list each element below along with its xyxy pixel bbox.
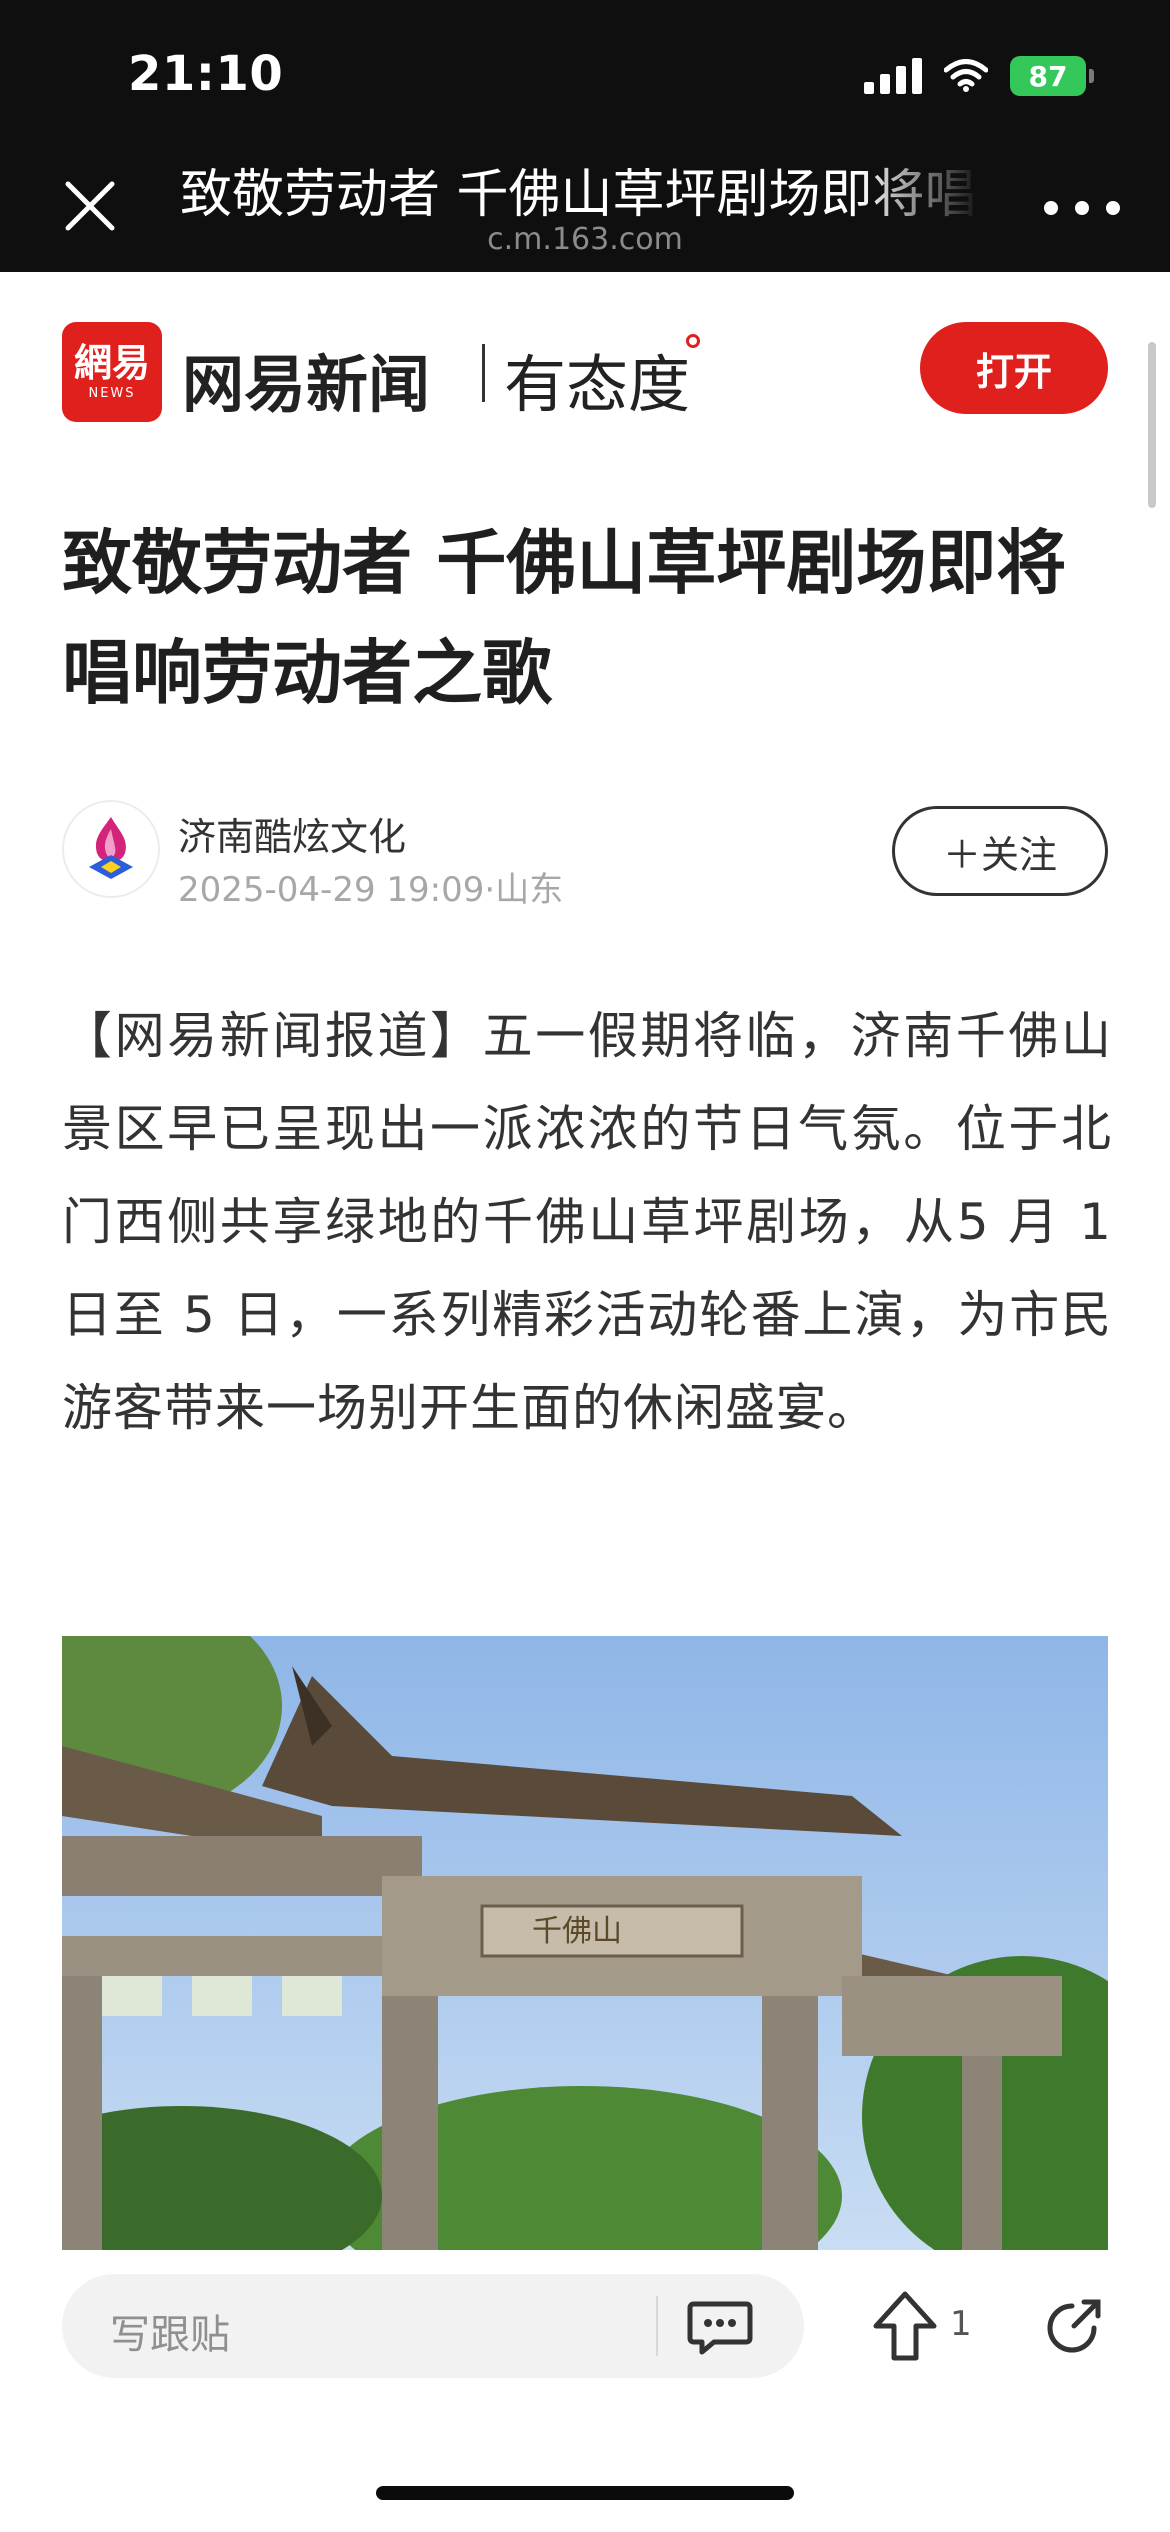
top-bar: 21:10 87 致敬劳动者 千佛山草坪剧场即将唱响劳动者之歌 c.m.163.…	[0, 0, 1170, 272]
brand-name: 网易新闻	[182, 348, 431, 421]
comment-input[interactable]: 写跟贴	[62, 2274, 804, 2378]
comment-divider	[656, 2296, 658, 2356]
battery-level: 87	[1028, 59, 1068, 93]
comment-placeholder: 写跟贴	[110, 2312, 230, 2358]
signal-icon	[864, 58, 922, 94]
brand-dot	[686, 334, 700, 348]
scrollbar[interactable]	[1148, 342, 1156, 508]
author-name[interactable]: 济南酷炫文化	[178, 806, 406, 861]
follow-button[interactable]: ＋关注	[892, 806, 1108, 896]
article-body: 【网易新闻报道】五一假期将临，济南千佛山景区早已呈现出一派浓浓的节日气氛。位于北…	[62, 1007, 1112, 1437]
share-icon[interactable]	[1044, 2294, 1106, 2356]
memorial-archway-image: 千佛山	[62, 1636, 1108, 2250]
status-icons: 87	[864, 56, 1094, 96]
open-app-button[interactable]: 打开	[920, 322, 1108, 414]
nav-url: c.m.163.com	[487, 222, 683, 257]
battery-icon: 87	[1010, 56, 1094, 96]
brand-separator	[482, 344, 485, 402]
nav-title: 致敬劳动者 千佛山草坪剧场即将唱响劳动者之歌	[180, 165, 980, 222]
article-title: 致敬劳动者 千佛山草坪剧场即将唱响劳动者之歌	[62, 522, 1067, 714]
bottom-bar: 写跟贴 1	[0, 2250, 1170, 2532]
archway-inscription: 千佛山	[532, 1914, 622, 1949]
netease-logo: 網易 NEWS	[62, 322, 162, 422]
article-image[interactable]: 千佛山	[62, 1636, 1108, 2250]
upvote-icon[interactable]	[872, 2290, 938, 2362]
wifi-icon	[944, 59, 988, 92]
status-time: 21:10	[128, 46, 284, 102]
author-avatar[interactable]	[62, 800, 160, 898]
author-logo-icon	[89, 817, 133, 879]
more-options-button[interactable]	[1044, 188, 1120, 228]
comment-icon[interactable]	[684, 2290, 756, 2362]
home-indicator	[376, 2486, 794, 2500]
upvote-count: 1	[950, 2304, 972, 2344]
brand-slogan: 有态度	[504, 348, 691, 421]
brand-header: 網易 NEWS 网易新闻 有态度 打开	[0, 272, 1170, 462]
publish-meta: 2025-04-29 19:09·山东	[178, 870, 564, 910]
